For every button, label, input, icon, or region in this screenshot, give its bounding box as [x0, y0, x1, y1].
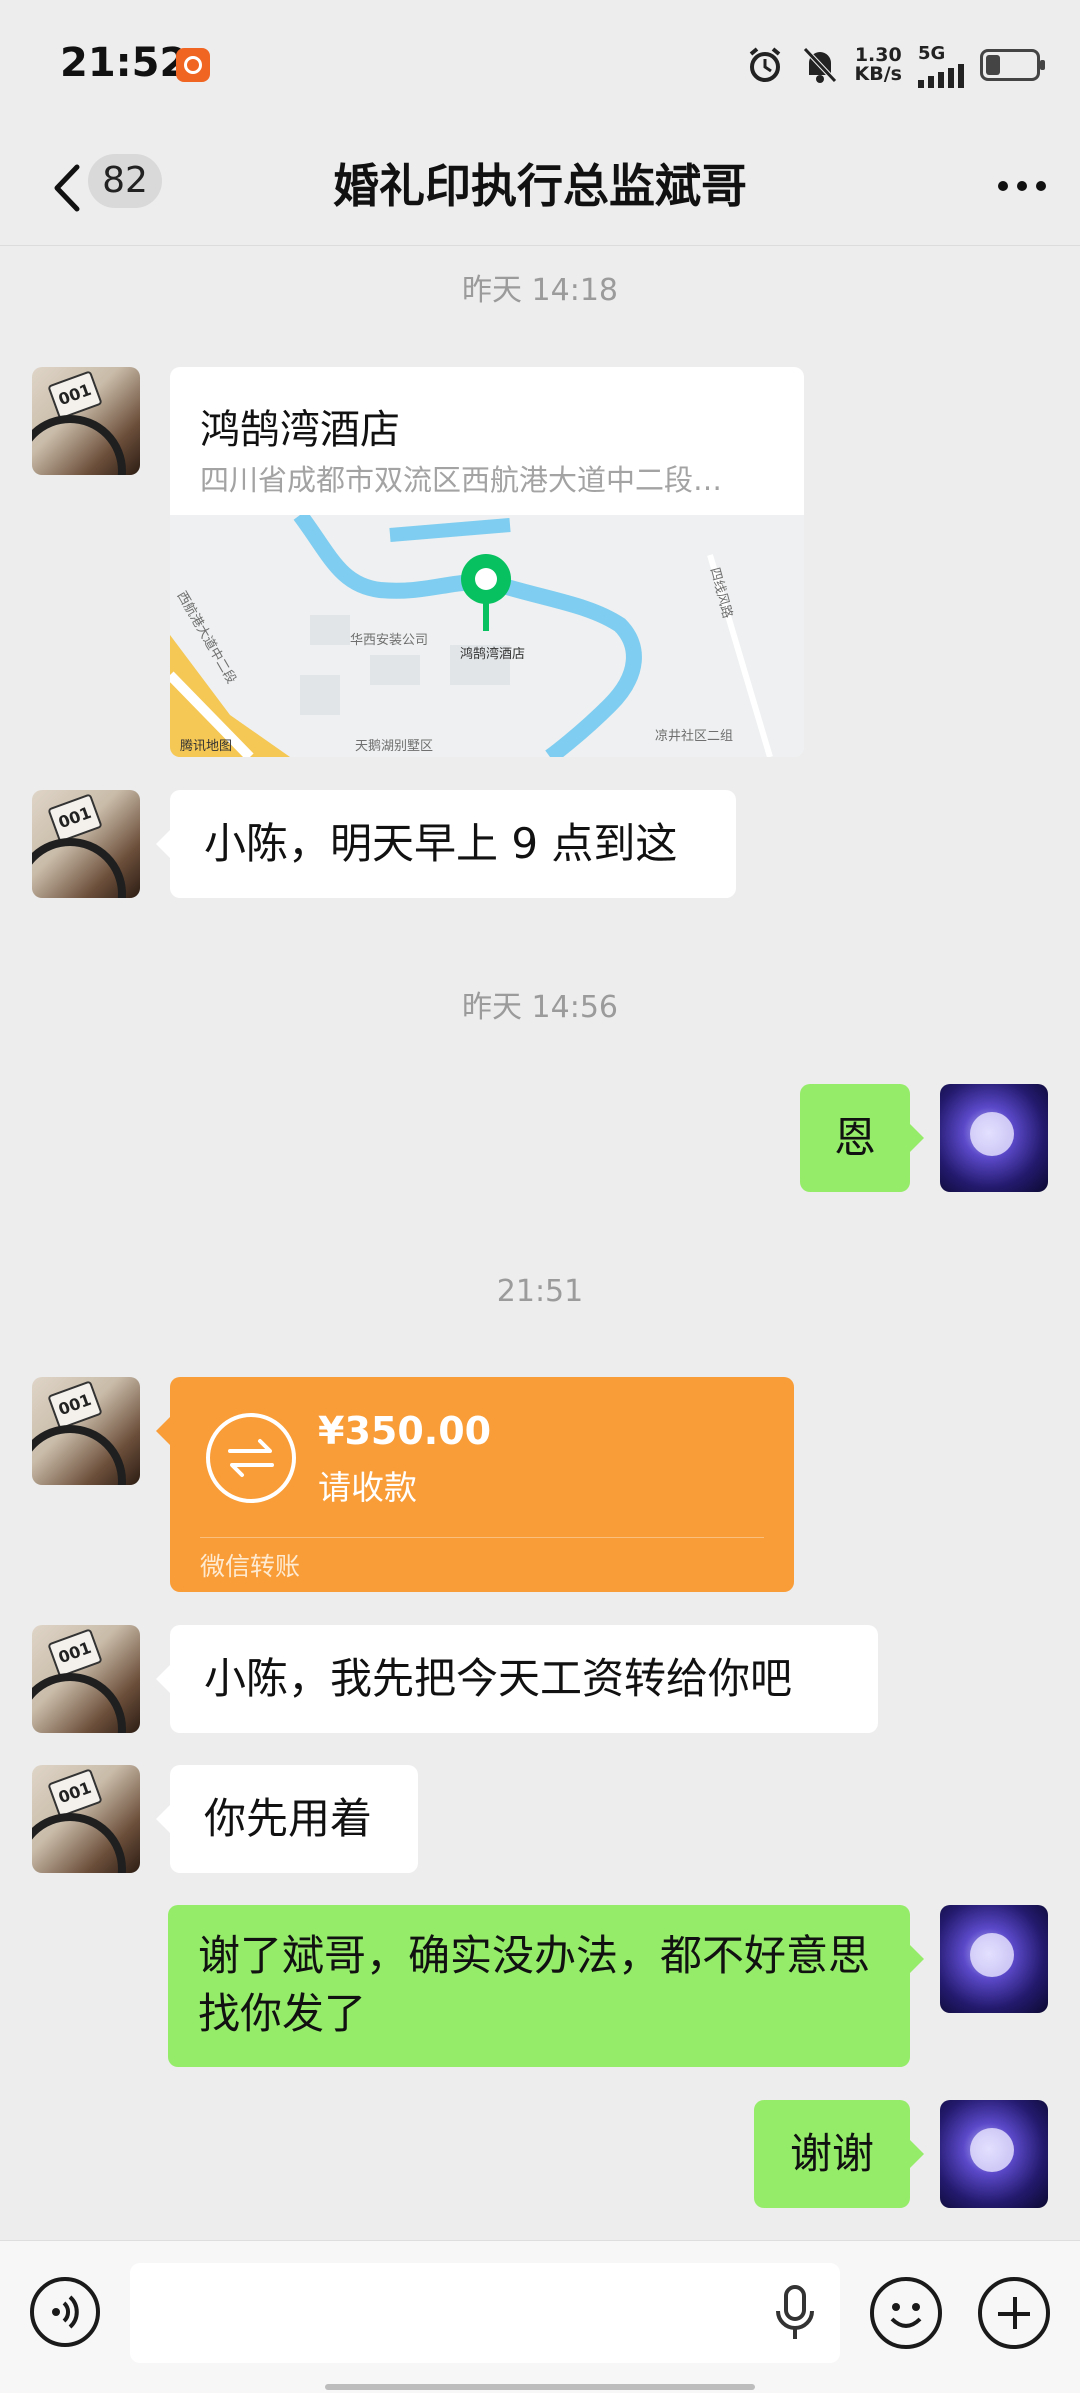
- map-label-company: 华西安装公司: [350, 633, 429, 648]
- add-button[interactable]: [978, 2277, 1050, 2349]
- transfer-amount: ¥350.00: [318, 1409, 492, 1453]
- transfer-status: 请收款: [318, 1468, 417, 1507]
- more-icon: [998, 181, 1046, 191]
- message-bubble[interactable]: 小陈，我先把今天工资转给你吧: [156, 1625, 878, 1733]
- more-button[interactable]: [992, 156, 1052, 216]
- location-name: 鸿鹄湾酒店: [200, 407, 400, 453]
- network-speed: 1.30 KB/s: [855, 46, 902, 84]
- voice-icon: [52, 2295, 79, 2329]
- timestamp: 21:51: [496, 1274, 584, 1309]
- transfer-card[interactable]: ¥350.00 请收款 微信转账: [156, 1377, 794, 1592]
- transfer-icon: [206, 1413, 296, 1503]
- location-map: 华西安装公司 鸿鹄湾酒店 凉井社区二组 天鹅湖别墅区 西航港大道中二段 四线风路…: [170, 515, 804, 757]
- network-speed-unit: KB/s: [854, 63, 902, 85]
- voice-mode-button[interactable]: [30, 2277, 100, 2347]
- map-label-community: 凉井社区二组: [655, 729, 734, 744]
- signal-icon: [918, 63, 964, 88]
- message-bubble[interactable]: 你先用着: [156, 1765, 418, 1873]
- emoji-button[interactable]: [870, 2277, 942, 2349]
- location-card[interactable]: 鸿鹄湾酒店 四川省成都市双流区西航港大道中二段… 华西安装公司 鸿鹄湾酒店 凉井…: [170, 367, 804, 757]
- signal-group: 5G: [918, 43, 964, 88]
- app-notification-icon: [176, 48, 210, 82]
- alarm-icon: [749, 47, 780, 82]
- message-input[interactable]: [130, 2263, 840, 2363]
- chat-title: 婚礼印执行总监斌哥: [333, 159, 747, 213]
- avatar[interactable]: [940, 2100, 1048, 2208]
- avatar[interactable]: 001: [32, 1625, 140, 1733]
- message-bubble[interactable]: 小陈，明天早上 9 点到这: [156, 790, 736, 898]
- smiley-icon: [890, 2303, 922, 2328]
- network-type: 5G: [918, 42, 946, 64]
- avatar[interactable]: 001: [32, 1765, 140, 1873]
- status-icons: 1.30 KB/s 5G: [745, 40, 1045, 90]
- message-bubble[interactable]: 谢谢: [754, 2100, 924, 2208]
- timestamp: 昨天 14:18: [462, 273, 618, 308]
- message-bubble[interactable]: 恩: [800, 1084, 924, 1192]
- mute-icon: [802, 47, 837, 83]
- avatar[interactable]: [940, 1084, 1048, 1192]
- map-label-hotel: 鸿鹄湾酒店: [460, 647, 526, 662]
- avatar[interactable]: 001: [32, 1377, 140, 1485]
- transfer-footer: 微信转账: [200, 1552, 301, 1581]
- map-brand-label: 腾讯地图: [180, 739, 233, 754]
- status-bar: 21:52 1.30 KB/s 5G: [0, 0, 1080, 130]
- map-pin-icon: [461, 554, 511, 631]
- microphone-icon[interactable]: [770, 2285, 820, 2341]
- avatar[interactable]: 001: [32, 790, 140, 898]
- location-address: 四川省成都市双流区西航港大道中二段…: [200, 463, 723, 497]
- message-bubble[interactable]: 谢了斌哥，确实没办法，都不好意思找你发了: [168, 1905, 924, 2067]
- avatar[interactable]: 001: [32, 367, 140, 475]
- status-time: 21:52: [60, 40, 188, 86]
- battery-icon: [980, 49, 1045, 81]
- map-label-villa: 天鹅湖别墅区: [355, 739, 434, 754]
- avatar[interactable]: [940, 1905, 1048, 2013]
- input-bar: [0, 2240, 1080, 2393]
- timestamp: 昨天 14:56: [462, 990, 618, 1025]
- chat-header: 82 婚礼印执行总监斌哥: [0, 130, 1080, 246]
- home-indicator[interactable]: [325, 2384, 755, 2390]
- divider: [200, 1537, 764, 1538]
